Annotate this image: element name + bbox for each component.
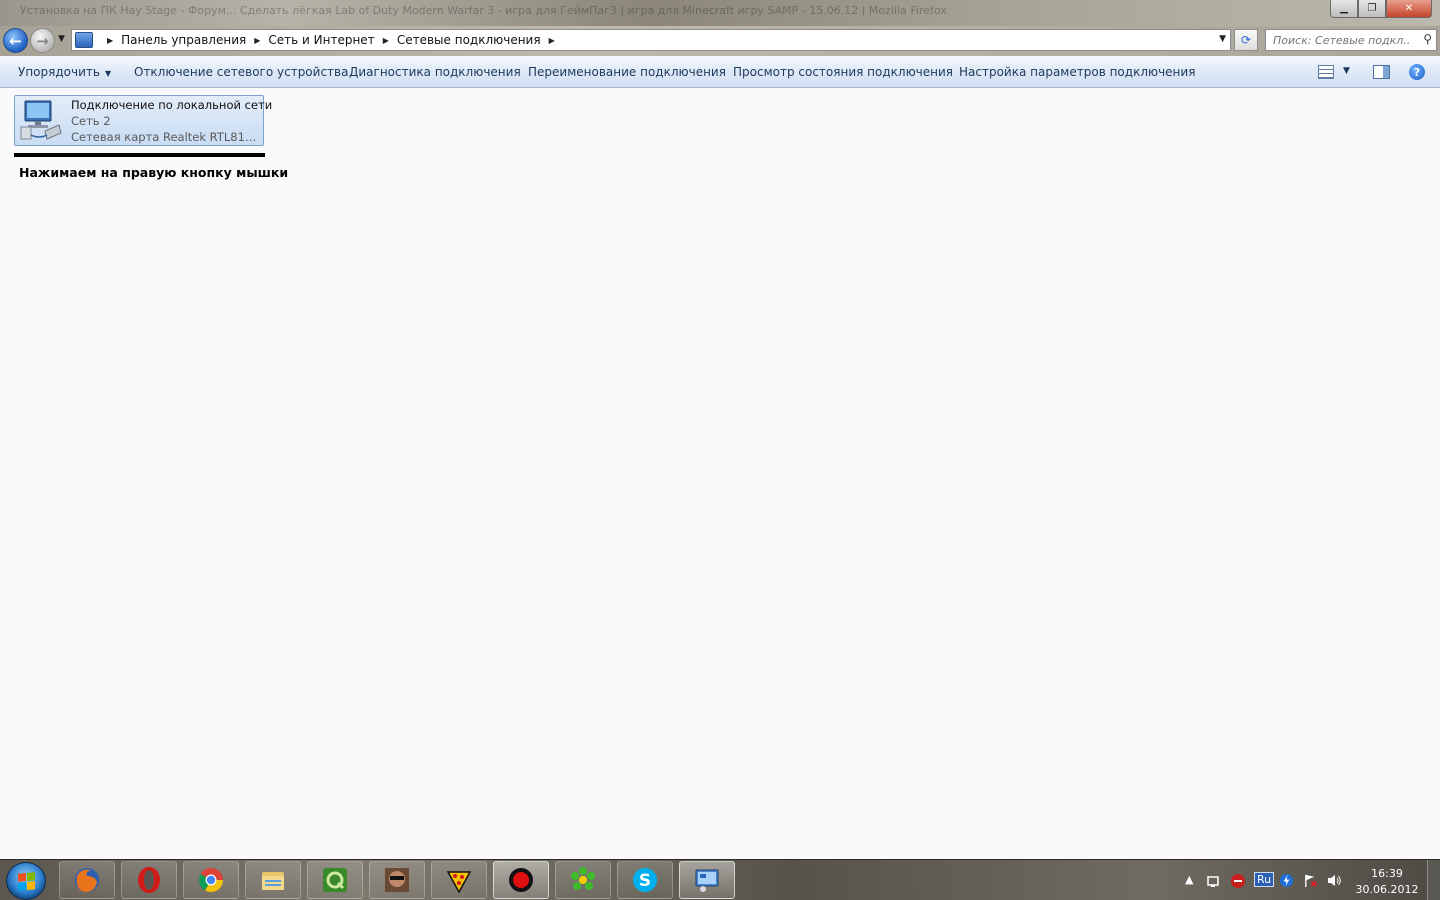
windows-logo-icon: [18, 872, 35, 891]
icq-flower-icon: [571, 867, 595, 890]
annotation-text: Нажимаем на правую кнопку мышки: [19, 165, 289, 180]
back-button[interactable]: ←: [3, 28, 28, 53]
rename-button[interactable]: Переименование подключения: [528, 65, 726, 79]
change-settings-button[interactable]: Настройка параметров подключения: [959, 65, 1195, 79]
connection-adapter: Сетевая карта Realtek RTL8168D/...: [71, 130, 261, 144]
connection-network: Сеть 2: [71, 114, 111, 128]
breadcrumb-network-internet[interactable]: Сеть и Интернет: [268, 33, 374, 47]
taskbar-skype[interactable]: S: [617, 861, 673, 899]
control-panel-icon: [695, 869, 719, 892]
svg-text:S: S: [639, 871, 651, 891]
refresh-icon: ⟳: [1240, 33, 1252, 47]
control-panel-icon: [75, 32, 93, 48]
taskbar-qip[interactable]: [307, 861, 363, 899]
connection-name: Подключение по локальной сети: [71, 98, 273, 112]
organize-button[interactable]: Упорядочить ▼: [18, 65, 111, 79]
pizza-icon: [446, 871, 472, 894]
action-center-flag-icon[interactable]: [1303, 873, 1318, 888]
skype-icon: S: [633, 868, 657, 892]
clock-date: 30.06.2012: [1355, 883, 1419, 896]
connection-item-local-network[interactable]: Подключение по локальной сети Сеть 2 Сет…: [14, 95, 272, 146]
breadcrumb-separator[interactable]: ▶: [383, 36, 389, 45]
breadcrumb-network-connections[interactable]: Сетевые подключения: [397, 33, 541, 47]
help-icon[interactable]: ?: [1409, 64, 1425, 80]
taskbar-firefox[interactable]: [59, 861, 115, 899]
command-bar: Упорядочить ▼ Отключение сетевого устройс…: [0, 56, 1440, 88]
breadcrumb-separator[interactable]: ▶: [549, 36, 555, 45]
window-controls: ▁ ❐ ✕: [1330, 0, 1432, 18]
chevron-down-icon: ▼: [104, 69, 112, 78]
taskbar-game[interactable]: [369, 861, 425, 899]
start-button[interactable]: [6, 862, 46, 900]
taskbar-pizza[interactable]: [431, 861, 487, 899]
refresh-button[interactable]: ⟳: [1234, 29, 1258, 51]
taskbar-recorder[interactable]: [493, 861, 549, 899]
search-icon[interactable]: ⚲: [1423, 32, 1432, 46]
taskbar-opera[interactable]: [121, 861, 177, 899]
navigation-bar: ← → ▼ ▶ Панель управления ▶ Сеть и Интер…: [0, 26, 1440, 56]
show-desktop-button[interactable]: [1427, 860, 1440, 900]
volume-icon[interactable]: [1326, 873, 1342, 888]
content-area[interactable]: Подключение по локальной сети Сеть 2 Сет…: [0, 89, 1440, 859]
breadcrumb-separator[interactable]: ▶: [107, 36, 113, 45]
forward-button[interactable]: →: [30, 28, 55, 53]
view-status-button[interactable]: Просмотр состояния подключения: [733, 65, 953, 79]
firefox-icon: [75, 868, 99, 892]
window-title: Установка на ПК Hay Stage - Форум... Сде…: [20, 4, 947, 17]
safely-remove-icon[interactable]: [1206, 874, 1220, 888]
view-options-dropdown[interactable]: ▼: [1343, 66, 1350, 76]
language-indicator[interactable]: Ru: [1254, 872, 1275, 887]
folder-icon: [262, 872, 284, 890]
breadcrumb-separator[interactable]: ▶: [254, 36, 260, 45]
annotation-underline: [14, 153, 265, 157]
diagnose-button[interactable]: Диагностика подключения: [349, 65, 521, 79]
chrome-icon: [198, 868, 223, 893]
network-adapter-icon: [20, 100, 62, 140]
search-box[interactable]: ⚲: [1265, 29, 1437, 51]
show-hidden-icons-button[interactable]: ▲: [1185, 873, 1193, 886]
close-button[interactable]: ✕: [1386, 0, 1432, 18]
address-bar[interactable]: ▶ Панель управления ▶ Сеть и Интернет ▶ …: [71, 29, 1231, 51]
preview-pane-icon[interactable]: [1373, 65, 1390, 79]
taskbar-control-panel[interactable]: [679, 861, 735, 899]
recent-pages-dropdown[interactable]: ▼: [58, 34, 65, 44]
opera-icon: [138, 867, 160, 893]
breadcrumb: ▶ Панель управления ▶ Сеть и Интернет ▶ …: [99, 33, 563, 47]
clock-time: 16:39: [1371, 867, 1403, 880]
change-view-icon[interactable]: [1318, 65, 1334, 79]
clock[interactable]: 16:39 30.06.2012: [1352, 866, 1422, 898]
organize-label: Упорядочить: [18, 65, 100, 79]
record-icon: [509, 868, 533, 892]
maximize-button[interactable]: ❐: [1358, 0, 1386, 18]
taskbar-icq[interactable]: [555, 861, 611, 899]
game-icon: [385, 868, 409, 892]
search-input[interactable]: [1266, 30, 1411, 50]
breadcrumb-control-panel[interactable]: Панель управления: [121, 33, 246, 47]
disable-device-button[interactable]: Отключение сетевого устройства: [134, 65, 348, 79]
taskbar: S ▲ Ru 16:39 30.06.2012: [0, 859, 1440, 900]
title-bar: Установка на ПК Hay Stage - Форум... Сде…: [0, 0, 1440, 26]
qip-icon: [323, 868, 347, 892]
address-history-dropdown[interactable]: ▼: [1219, 34, 1226, 44]
taskbar-explorer[interactable]: [245, 861, 301, 899]
antivirus-icon[interactable]: [1230, 873, 1246, 889]
minimize-button[interactable]: ▁: [1330, 0, 1358, 18]
taskbar-chrome[interactable]: [183, 861, 239, 899]
flash-get-icon[interactable]: [1279, 873, 1294, 888]
